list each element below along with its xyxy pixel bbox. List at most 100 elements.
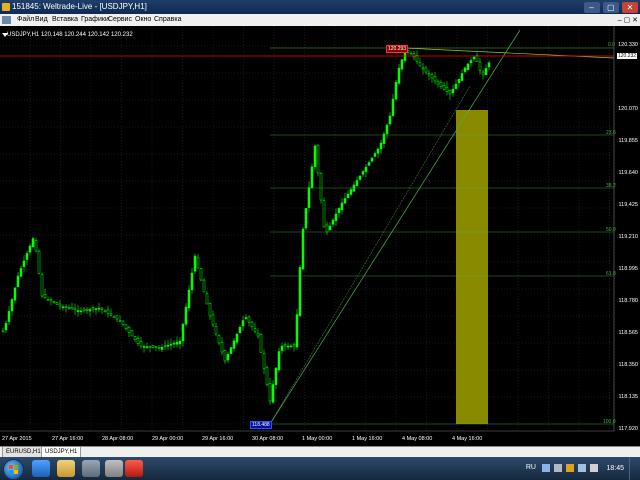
app-icon-red[interactable] (125, 460, 143, 477)
price-tick-label: 119.640 (618, 170, 638, 176)
menu-charts[interactable]: Графики (81, 14, 109, 26)
candle-body (103, 310, 107, 313)
candle-body (292, 344, 296, 347)
chart-window-icon[interactable] (2, 16, 11, 24)
candle-body (169, 343, 173, 346)
candle-body (451, 88, 455, 94)
candle-body (376, 148, 380, 154)
clock[interactable]: 18:45 (606, 465, 624, 472)
candle-body (118, 320, 122, 322)
candle-body (475, 55, 479, 62)
candle-body (208, 303, 212, 317)
candle-body (85, 309, 89, 311)
candle-body (175, 341, 179, 345)
candle-body (319, 173, 323, 201)
candle-body (58, 303, 62, 307)
language-indicator[interactable]: RU (526, 464, 536, 471)
windows-logo-icon (9, 465, 18, 474)
tray-icon-flag[interactable] (566, 464, 574, 472)
candle-body (97, 307, 101, 310)
candle-body (91, 307, 95, 310)
tray-icon-help[interactable] (542, 464, 550, 472)
candle-body (373, 153, 377, 157)
candle-body (163, 345, 167, 348)
candle-body (328, 225, 332, 231)
menu-insert[interactable]: Вставка (52, 14, 78, 26)
candle-body (34, 240, 38, 252)
candle-body (109, 313, 113, 316)
price-tick-label: 119.425 (618, 202, 638, 208)
candle-body (13, 287, 17, 301)
file-explorer-icon[interactable] (57, 460, 75, 477)
internet-explorer-icon[interactable] (32, 460, 50, 477)
tray-icon-arrow[interactable] (554, 464, 562, 472)
candle-body (436, 81, 440, 85)
price-tick-label: 118.565 (618, 330, 638, 336)
metatrader-icon[interactable] (105, 460, 123, 477)
candle-body (94, 308, 98, 310)
trend-line-2[interactable] (269, 85, 471, 425)
candle-body (334, 213, 338, 221)
menu-file[interactable]: Файл (17, 14, 34, 26)
candle-body (10, 299, 14, 312)
menu-tools[interactable]: Сервис (108, 14, 132, 26)
maximize-button[interactable]: ▢ (602, 2, 619, 13)
close-button[interactable]: ✕ (622, 2, 638, 13)
volume-icon[interactable] (590, 464, 598, 472)
candle-body (196, 257, 200, 269)
candle-body (61, 306, 65, 309)
show-desktop-button[interactable] (629, 457, 640, 480)
candle-body (1, 330, 5, 333)
price-chart[interactable]: USDJPY,H1 120.148 120.244 120.142 120.23… (0, 26, 640, 446)
minimize-button[interactable]: – (583, 2, 600, 13)
candle-body (469, 60, 473, 63)
candle-body (457, 78, 461, 84)
candle-body (187, 289, 191, 309)
candle-body (322, 200, 326, 228)
candle-body (304, 208, 308, 229)
candle-body (262, 352, 266, 369)
date-tick-label: 4 May 08:00 (402, 436, 433, 442)
menu-view[interactable]: Вид (35, 14, 48, 26)
candle-body (478, 61, 482, 71)
candle-body (430, 74, 434, 79)
candle-body (178, 340, 182, 345)
candle-body (73, 307, 77, 311)
menu-help[interactable]: Справка (154, 14, 181, 26)
candle-body (418, 62, 422, 67)
candle-body (256, 332, 260, 337)
trend-line-3[interactable] (404, 47, 615, 59)
candle-body (271, 384, 275, 403)
candle-body (454, 84, 458, 89)
menu-window[interactable]: Окно (135, 14, 151, 26)
candle-body (325, 224, 329, 233)
date-tick-label: 30 Apr 08:00 (252, 436, 284, 442)
candle-body (277, 351, 281, 371)
candle-body (193, 255, 197, 272)
candle-body (283, 344, 287, 347)
candle-body (148, 345, 152, 348)
candle-body (127, 327, 131, 333)
candle-body (265, 367, 269, 386)
window-titlebar: 151845: Weltrade-Live - [USDJPY,H1] – ▢ … (0, 0, 640, 14)
date-tick-label: 4 May 16:00 (452, 436, 483, 442)
candle-body (337, 207, 341, 213)
candle-body (130, 330, 134, 337)
start-button[interactable] (3, 459, 24, 480)
network-icon[interactable] (578, 464, 586, 472)
media-player-icon[interactable] (82, 460, 100, 477)
candle-body (22, 260, 26, 267)
candle-body (55, 302, 59, 305)
fib-zone-rectangle[interactable] (456, 110, 488, 424)
candle-body (238, 327, 242, 334)
candle-body (205, 293, 209, 305)
candle-body (274, 367, 278, 386)
price-tick-label: 118.780 (618, 298, 638, 304)
candle-body (346, 193, 350, 198)
candle-body (88, 309, 92, 312)
candle-body (331, 219, 335, 225)
candle-body (157, 347, 161, 349)
candle-body (64, 306, 68, 308)
date-tick-label: 29 Apr 00:00 (152, 436, 184, 442)
menu-bar: Файл Вид Вставка Графики Сервис Окно Спр… (0, 14, 640, 26)
